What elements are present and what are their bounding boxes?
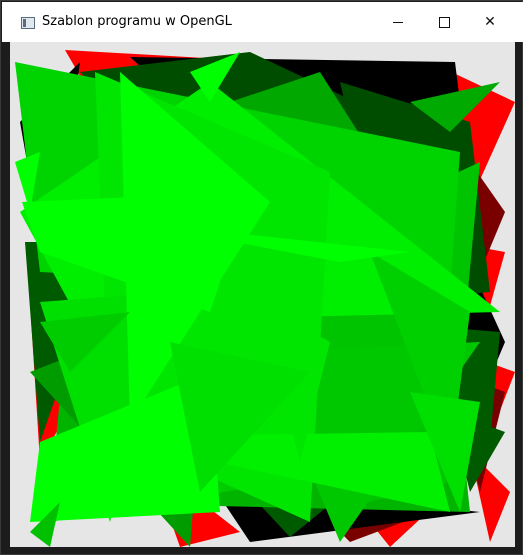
close-icon: ✕ [484,14,496,30]
window-title: Szablon programu w OpenGL [42,14,232,29]
triangle-scene [10,42,515,547]
minimize-icon [393,21,403,23]
close-button[interactable]: ✕ [467,2,513,42]
app-window-icon [21,17,35,29]
maximize-button[interactable] [421,2,467,42]
opengl-canvas[interactable] [10,42,515,547]
minimize-button[interactable] [375,2,421,42]
opengl-window: Szablon programu w OpenGL ✕ [0,0,523,555]
maximize-icon [438,16,450,28]
title-bar[interactable]: Szablon programu w OpenGL ✕ [2,2,523,42]
